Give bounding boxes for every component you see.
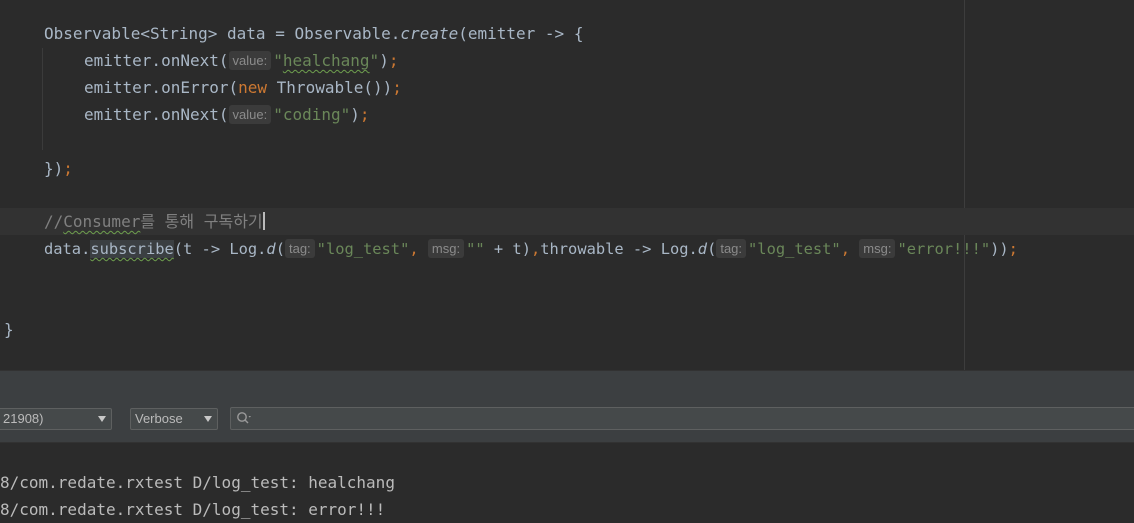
code-line-3[interactable]: emitter.onError(new Throwable()); [84,74,402,101]
code-line-2[interactable]: emitter.onNext(value: "healchang"); [84,47,398,74]
logcat-search-input[interactable] [230,407,1134,430]
chevron-down-icon [204,416,212,422]
panel-splitter[interactable] [0,370,1134,399]
right-margin-guide [964,0,965,370]
text-caret [262,212,265,230]
logcat-output[interactable]: 8/com.redate.rxtest D/log_test: healchan… [0,442,1134,523]
code-editor[interactable]: Observable<String> data = Observable.cre… [0,0,1134,370]
code-line-4[interactable]: emitter.onNext(value: "coding"); [84,101,370,128]
log-line: 8/com.redate.rxtest D/log_test: error!!! [0,500,386,519]
param-hint-value: value: [228,51,272,70]
indent-guide [42,48,43,150]
code-line-1[interactable]: Observable<String> data = Observable.cre… [44,20,583,47]
code-line-8-current[interactable]: //Consumer를 통해 구독하기 [0,208,1134,235]
param-hint-msg: msg: [859,239,896,258]
param-hint-tag: tag: [716,239,747,258]
param-hint-msg: msg: [427,239,465,258]
param-hint-tag: tag: [284,239,315,258]
code-line-6[interactable]: }); [44,155,73,182]
code-line-9[interactable]: data.subscribe(t -> Log.d(tag: "log_test"… [44,236,1018,263]
logcat-toolbar: 21908) Verbose [0,398,1134,442]
process-select[interactable]: 21908) [0,408,112,430]
code-line-12[interactable]: } [4,316,14,343]
chevron-down-icon [98,416,106,422]
param-hint-value: value: [228,105,272,124]
search-icon [237,412,251,424]
log-level-select[interactable]: Verbose [130,408,218,430]
log-line: 8/com.redate.rxtest D/log_test: healchan… [0,473,395,492]
